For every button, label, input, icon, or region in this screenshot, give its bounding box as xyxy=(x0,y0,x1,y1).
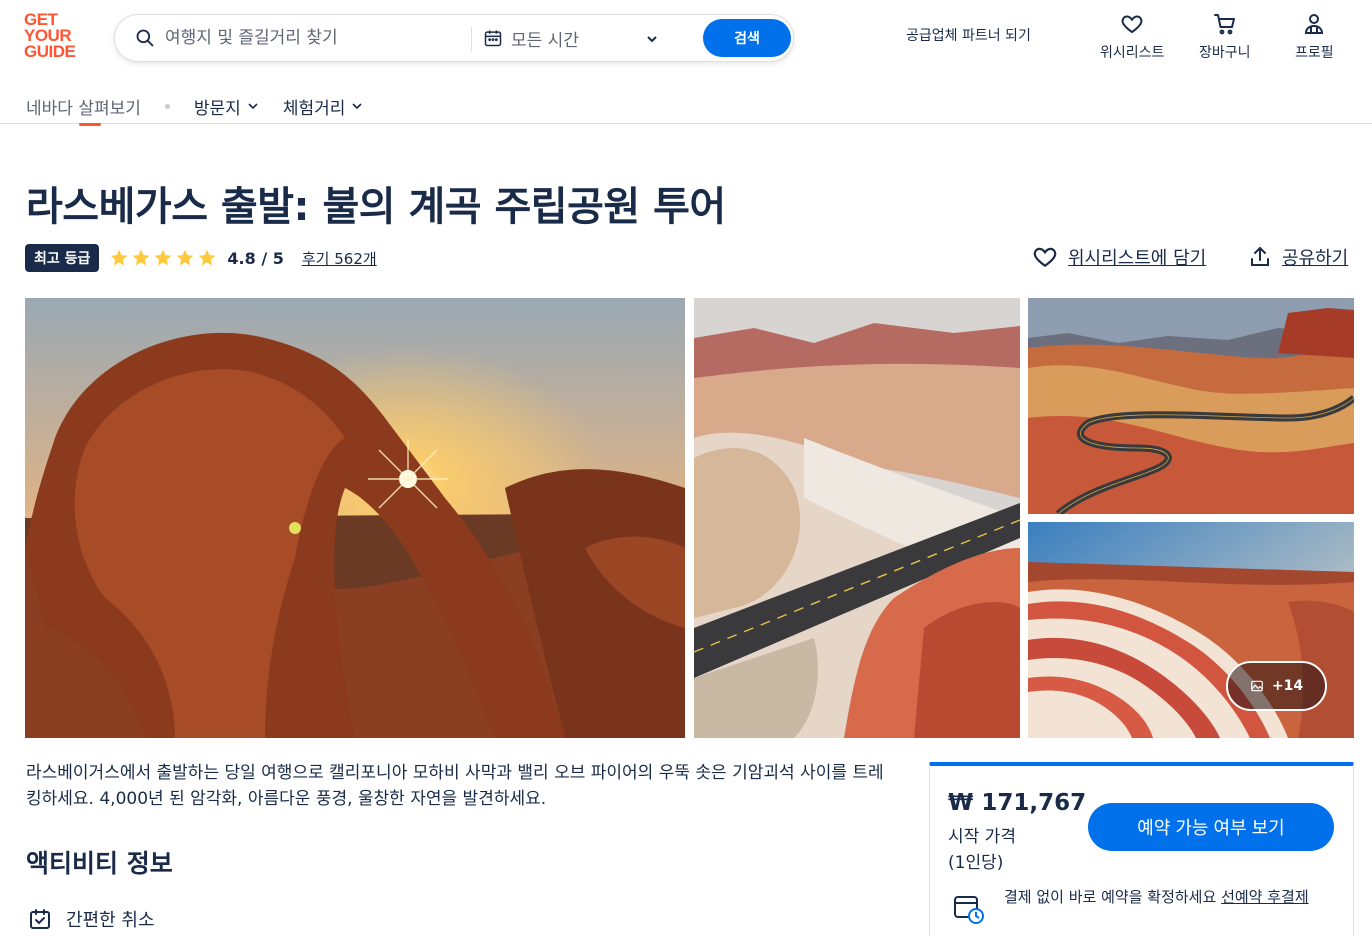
search-input[interactable] xyxy=(165,23,465,53)
reserve-now-pay-later-link[interactable]: 선예약 후결제 xyxy=(1221,888,1309,906)
star-icon xyxy=(111,249,128,266)
add-to-wishlist-label: 위시리스트에 담기 xyxy=(1068,248,1207,269)
cart-label: 장바구니 xyxy=(1199,45,1251,61)
nav-places[interactable]: 방문지 xyxy=(194,92,259,120)
image-icon xyxy=(1251,680,1263,692)
share-button[interactable]: 공유하기 xyxy=(1248,244,1348,270)
chevron-down-icon xyxy=(352,103,362,110)
road-canyon-image xyxy=(694,298,1020,738)
nav-explore-label: 네바다 살펴보기 xyxy=(26,98,141,119)
more-photos-button[interactable]: +14 xyxy=(1226,661,1327,711)
search-divider xyxy=(471,27,472,51)
calendar-icon xyxy=(484,30,502,47)
profile-nav[interactable]: 프로필 xyxy=(1295,12,1334,62)
nav-explore-nevada[interactable]: 네바다 살펴보기 xyxy=(26,92,141,126)
star-icon xyxy=(155,249,172,266)
star-rating xyxy=(109,248,217,268)
search-bar: 모든 시간 검색 xyxy=(114,14,794,62)
wishlist-nav[interactable]: 위시리스트 xyxy=(1100,12,1164,62)
rating-value: 4.8 / 5 xyxy=(227,248,284,268)
getyourguide-logo[interactable]: GET YOUR GUIDE xyxy=(24,11,90,64)
chevron-down-icon xyxy=(248,103,258,110)
partner-link[interactable]: 공급업체 파트너 되기 xyxy=(906,25,1031,45)
wishlist-label: 위시리스트 xyxy=(1100,45,1165,61)
heart-icon xyxy=(1033,247,1057,267)
check-availability-button[interactable]: 예약 가능 여부 보기 xyxy=(1088,803,1334,851)
nav-experiences[interactable]: 체험거리 xyxy=(283,92,364,120)
profile-icon xyxy=(1305,14,1324,34)
free-cancellation-label: 간편한 취소 xyxy=(66,910,155,931)
nav-separator-dot xyxy=(164,103,170,109)
top-rated-badge: 최고 등급 xyxy=(25,244,100,272)
heart-icon xyxy=(1121,15,1143,34)
more-photos-count: +14 xyxy=(1271,678,1304,694)
nav-experiences-label: 체험거리 xyxy=(282,98,346,119)
elephant-rock-image xyxy=(25,298,685,738)
free-cancellation-feature: 간편한 취소 xyxy=(28,906,155,932)
price-from-label: 시작 가격 xyxy=(948,827,1016,847)
search-button[interactable]: 검색 xyxy=(703,19,791,57)
main-photo-elephant-rock[interactable] xyxy=(25,298,685,738)
booking-card: ₩ 171,767 시작 가격 (1인당) 예약 가능 여부 보기 결제 없이 … xyxy=(929,762,1354,936)
calendar-clock-icon xyxy=(954,896,984,924)
activity-info-heading: 액티비티 정보 xyxy=(26,849,173,878)
photo-winding-road[interactable] xyxy=(1028,298,1354,514)
calendar-check-icon xyxy=(30,909,50,929)
search-icon xyxy=(136,29,154,47)
top-header: GET YOUR GUIDE 모든 시간 검색 공급업체 파트너 되기 위시리스… xyxy=(0,0,1372,126)
share-label: 공유하기 xyxy=(1282,248,1349,269)
share-icon xyxy=(1251,246,1269,266)
price-value: ₩ 171,767 xyxy=(948,790,1087,816)
photo-road-canyon[interactable] xyxy=(694,298,1020,738)
star-icon xyxy=(199,249,216,266)
per-person-label: (1인당) xyxy=(948,853,1004,873)
note-text-block: 결제 없이 바로 예약을 확정하세요 선예약 후결제 xyxy=(1004,886,1309,926)
star-icon xyxy=(133,249,150,266)
reserve-now-pay-later-note: 결제 없이 바로 예약을 확정하세요 선예약 후결제 xyxy=(952,886,1332,926)
sub-navigation: 네바다 살펴보기 방문지 체험거리 xyxy=(26,88,364,126)
cart-icon xyxy=(1213,14,1235,35)
add-to-wishlist-button[interactable]: 위시리스트에 담기 xyxy=(1032,244,1206,270)
rating-row: 최고 등급 4.8 / 5 후기 562개 xyxy=(25,244,377,272)
activity-description: 라스베이거스에서 출발하는 당일 여행으로 캘리포니아 모하비 사막과 밸리 오… xyxy=(26,763,884,809)
winding-road-image xyxy=(1028,298,1354,514)
note-text: 결제 없이 바로 예약을 확정하세요 xyxy=(1004,888,1217,906)
star-icon xyxy=(177,249,194,266)
cart-nav[interactable]: 장바구니 xyxy=(1199,12,1251,62)
date-label: 모든 시간 xyxy=(511,30,579,51)
nav-places-label: 방문지 xyxy=(193,98,241,119)
logo-line-3: GUIDE xyxy=(24,42,76,61)
reviews-link[interactable]: 후기 562개 xyxy=(302,248,377,269)
activity-title: 라스베가스 출발: 불의 계곡 주립공원 투어 xyxy=(26,184,726,230)
chevron-down-icon[interactable] xyxy=(645,32,659,46)
profile-label: 프로필 xyxy=(1295,45,1334,61)
